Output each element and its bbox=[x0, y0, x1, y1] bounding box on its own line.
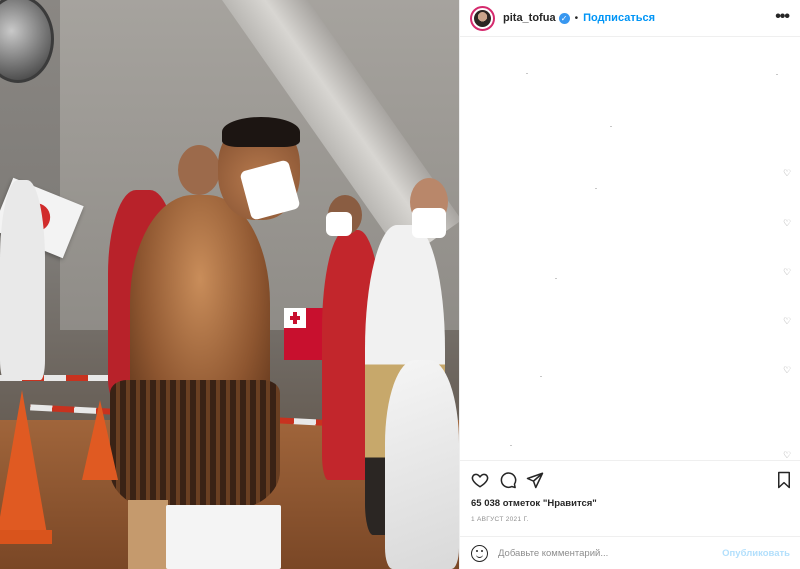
comment-placeholder bbox=[526, 73, 528, 74]
post-photo[interactable] bbox=[0, 0, 459, 569]
comment-like-icon[interactable]: ♡ bbox=[783, 267, 791, 278]
share-icon[interactable] bbox=[526, 471, 544, 489]
username-link[interactable]: pita_tofua bbox=[503, 12, 556, 24]
traffic-cone bbox=[82, 400, 118, 480]
comment-placeholder bbox=[540, 376, 542, 377]
comment-icon[interactable] bbox=[499, 471, 517, 489]
convex-mirror bbox=[0, 0, 54, 83]
comment-placeholder bbox=[776, 74, 778, 75]
athlete-legs bbox=[128, 500, 168, 569]
face-mask bbox=[326, 212, 352, 236]
comment-like-icon[interactable]: ♡ bbox=[783, 365, 791, 376]
comment-like-icon[interactable]: ♡ bbox=[783, 218, 791, 229]
verified-badge-icon: ✓ bbox=[558, 12, 570, 24]
avatar-image bbox=[474, 9, 491, 27]
follow-button[interactable]: Подписаться bbox=[583, 12, 655, 24]
emoji-icon[interactable] bbox=[471, 544, 488, 562]
face-mask bbox=[412, 208, 446, 238]
comment-like-icon[interactable]: ♡ bbox=[783, 316, 791, 327]
person-foreground-right bbox=[385, 360, 459, 569]
comment-like-icon[interactable]: ♡ bbox=[783, 168, 791, 179]
post-header: pita_tofua ✓ • Подписаться ••• bbox=[460, 0, 800, 37]
post-side-panel: pita_tofua ✓ • Подписаться ••• ♡ ♡ ♡ ♡ ♡… bbox=[459, 0, 800, 569]
comment-placeholder bbox=[555, 278, 557, 279]
comment-placeholder bbox=[610, 126, 612, 127]
comment-placeholder bbox=[510, 445, 512, 446]
head bbox=[178, 145, 220, 195]
more-options-icon[interactable]: ••• bbox=[775, 9, 790, 25]
comment-input[interactable] bbox=[498, 547, 723, 559]
likes-count[interactable]: 65 038 отметок "Нравится" bbox=[471, 498, 597, 509]
post-actions bbox=[460, 460, 800, 498]
traffic-cone bbox=[0, 390, 48, 540]
avatar[interactable] bbox=[470, 5, 495, 31]
athlete-hair bbox=[222, 117, 300, 147]
comment-placeholder bbox=[595, 188, 597, 189]
comments-list[interactable]: ♡ ♡ ♡ ♡ ♡ ♡ bbox=[460, 38, 800, 460]
bookmark-icon[interactable] bbox=[775, 471, 793, 489]
paper-bag bbox=[166, 505, 281, 569]
person-background bbox=[0, 180, 45, 380]
heart-icon[interactable] bbox=[471, 471, 489, 489]
add-comment-bar: Опубликовать bbox=[460, 536, 800, 569]
separator-dot: • bbox=[574, 12, 579, 24]
post-date[interactable]: 1 АВГУСТ 2021 Г. bbox=[471, 516, 529, 523]
traffic-cone-base bbox=[0, 530, 52, 544]
athlete-skirt bbox=[110, 380, 280, 510]
publish-button[interactable]: Опубликовать bbox=[722, 548, 790, 559]
